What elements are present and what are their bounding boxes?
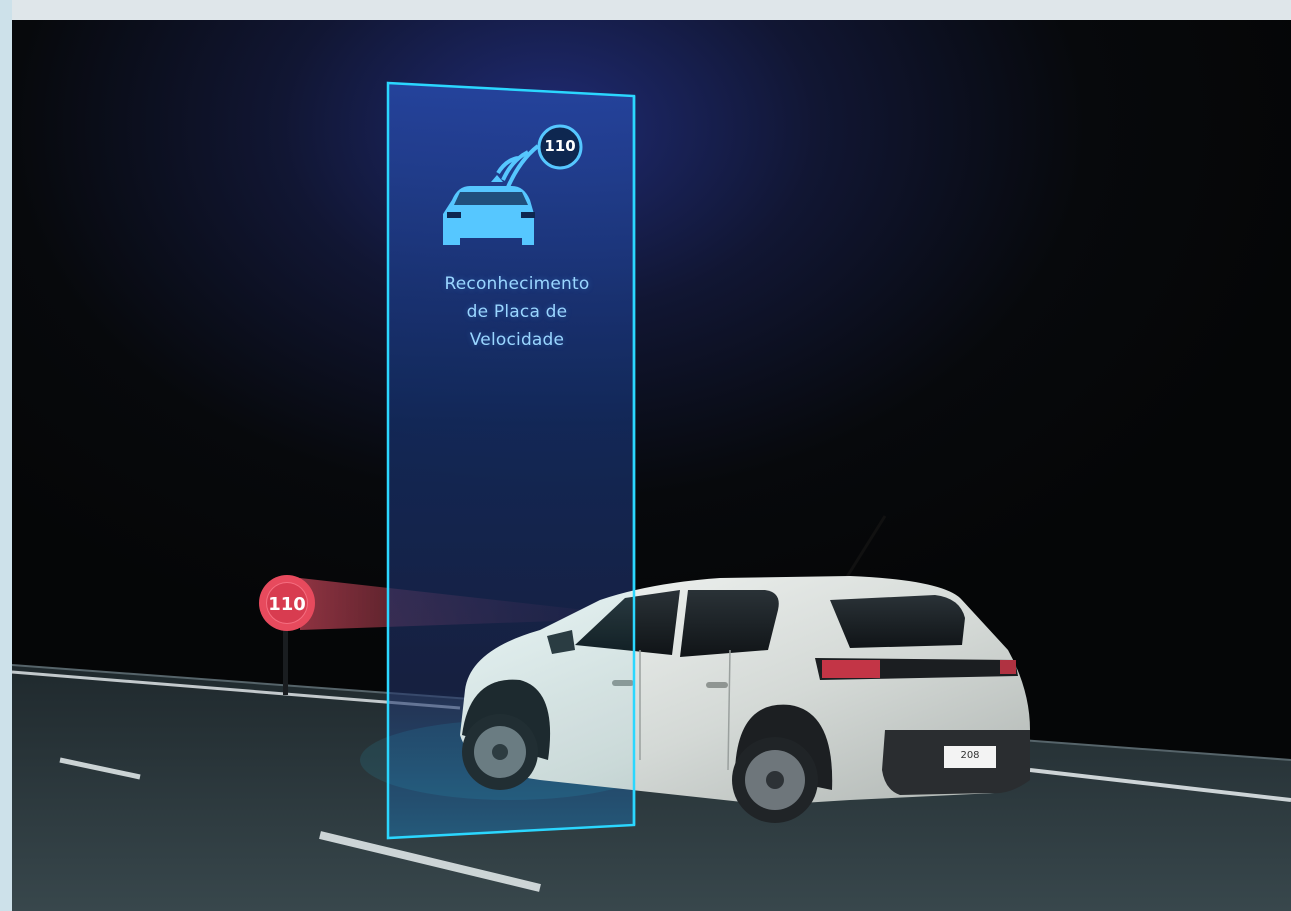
panel-speed-badge: 110	[544, 137, 576, 155]
license-plate: 208	[960, 750, 980, 761]
panel-title-line-2: de Placa de	[466, 302, 568, 322]
scene-illustration	[0, 0, 1291, 911]
panel-title: Reconhecimento de Placa de Velocidade	[407, 270, 627, 354]
road-sign-speed: 110	[268, 594, 306, 615]
scene-frame: 110 Reconhecimento de Placa de Velocidad…	[0, 0, 1291, 911]
panel-title-line-3: Velocidade	[469, 330, 565, 350]
panel-title-line-1: Reconhecimento	[444, 274, 590, 294]
